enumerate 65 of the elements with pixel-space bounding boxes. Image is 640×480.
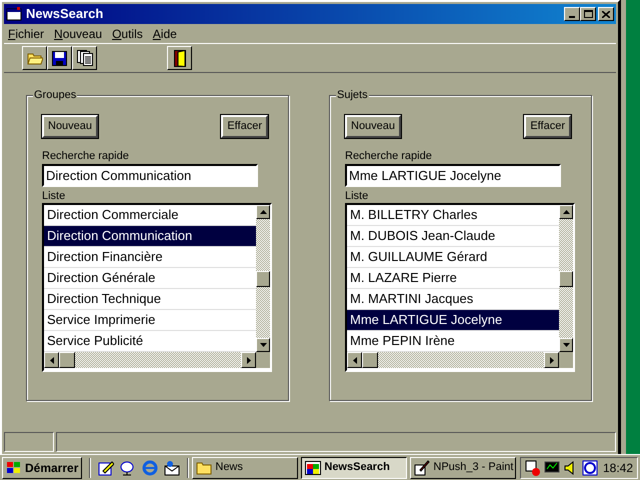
field-label: Recherche rapide xyxy=(42,149,129,163)
scroll-down-icon[interactable] xyxy=(256,338,270,352)
menu-item[interactable]: Outils xyxy=(112,25,143,43)
save-button[interactable] xyxy=(47,46,72,70)
mail-icon[interactable] xyxy=(164,460,180,476)
scrollbar-corner xyxy=(256,352,270,368)
copy-pages-button[interactable] xyxy=(72,46,97,70)
scroll-right-icon[interactable] xyxy=(544,352,559,368)
menu-item[interactable]: Fichier xyxy=(8,25,44,43)
scroll-up-icon[interactable] xyxy=(559,205,573,219)
scroll-right-icon[interactable] xyxy=(241,352,256,368)
windows-logo-icon xyxy=(6,460,22,474)
minimize-button[interactable] xyxy=(564,7,580,21)
vertical-scrollbar[interactable] xyxy=(559,205,573,352)
open-folder-button[interactable] xyxy=(22,46,47,70)
field-label: Liste xyxy=(345,189,368,203)
field-label: Recherche rapide xyxy=(345,149,432,163)
network-icon[interactable] xyxy=(525,460,541,476)
clear-button[interactable]: Effacer xyxy=(221,115,268,138)
monitor-icon[interactable] xyxy=(544,460,560,476)
vertical-scrollbar[interactable] xyxy=(256,205,270,352)
clock-time: 18:42 xyxy=(602,460,633,476)
search-field[interactable]: Mme LARTIGUE Jocelyne xyxy=(345,164,561,187)
taskbar-button[interactable]: News xyxy=(192,456,298,478)
paint-brush-icon xyxy=(414,460,430,476)
menu-item[interactable]: Nouveau xyxy=(54,25,102,43)
scrollbar-corner xyxy=(559,352,573,368)
exit-door-button[interactable] xyxy=(167,46,192,70)
close-icon xyxy=(602,10,610,18)
pencil-note-icon[interactable] xyxy=(98,460,114,476)
field-label: Liste xyxy=(42,189,66,203)
menu-item[interactable]: Aide xyxy=(152,25,177,43)
taskbar-button[interactable]: NPush_3 - Paint xyxy=(410,456,516,478)
group-title: Sujets xyxy=(336,88,369,102)
scroll-left-icon[interactable] xyxy=(44,352,59,368)
clear-button[interactable]: Effacer xyxy=(524,115,571,138)
new-button[interactable]: Nouveau xyxy=(345,115,402,138)
folder-icon xyxy=(196,460,212,474)
search-field[interactable]: Direction Communication xyxy=(42,164,258,187)
close-button[interactable] xyxy=(598,7,614,21)
scroll-up-icon[interactable] xyxy=(256,205,270,219)
clock-icon[interactable] xyxy=(582,460,598,476)
scroll-down-icon[interactable] xyxy=(559,338,573,352)
scroll-thumb[interactable] xyxy=(256,270,270,286)
group-title: Groupes xyxy=(33,88,78,102)
horizontal-scrollbar[interactable] xyxy=(347,352,559,368)
window-title: NewsSearch xyxy=(26,5,104,24)
status-pane xyxy=(4,432,54,452)
horizontal-scrollbar[interactable] xyxy=(44,352,256,368)
folder-icon xyxy=(26,51,42,65)
scroll-thumb[interactable] xyxy=(59,352,75,368)
satellite-dish-icon[interactable] xyxy=(120,460,136,476)
new-button[interactable]: Nouveau xyxy=(42,115,98,138)
maximize-button[interactable] xyxy=(580,7,596,21)
app-window-icon xyxy=(305,460,322,474)
scroll-thumb[interactable] xyxy=(362,352,378,368)
app-icon xyxy=(6,7,22,21)
scroll-left-icon[interactable] xyxy=(347,352,362,368)
scroll-thumb[interactable] xyxy=(559,270,573,286)
door-icon xyxy=(174,50,186,66)
taskbar-button[interactable]: NewsSearch xyxy=(301,456,408,478)
list-item[interactable]: Direction Communication xyxy=(44,226,256,247)
pages-icon xyxy=(76,50,92,66)
list-item[interactable]: Mme LARTIGUE Jocelyne xyxy=(347,310,559,331)
start-button[interactable]: Démarrer xyxy=(2,456,82,478)
